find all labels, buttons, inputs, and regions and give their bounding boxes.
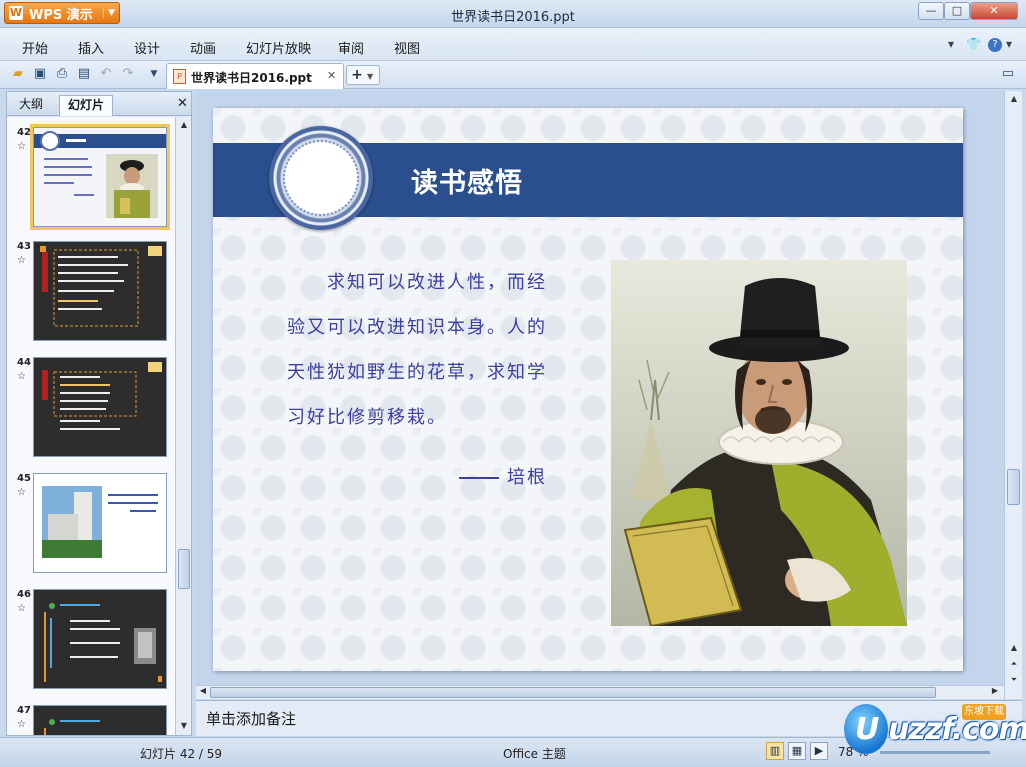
watermark-badge: 东坡下载: [962, 704, 1006, 720]
print-icon[interactable]: ⎙: [54, 66, 70, 82]
redo-icon[interactable]: ↷: [120, 66, 136, 82]
uzzf-watermark-logo: U uzzf.com 东坡下载: [844, 704, 1026, 756]
notes-placeholder: 单击添加备注: [206, 710, 297, 728]
document-tab[interactable]: P 世界读书日2016.ppt ✕: [166, 63, 344, 89]
slide-thumbnail[interactable]: [33, 241, 167, 341]
slide-thumbnail[interactable]: [33, 705, 167, 735]
menu-home[interactable]: 开始: [22, 38, 48, 57]
menu-slideshow[interactable]: 幻灯片放映: [246, 38, 311, 57]
normal-view-icon[interactable]: ▥: [766, 742, 784, 760]
thumbnail-preview: [42, 362, 162, 430]
minimize-button[interactable]: —: [918, 2, 944, 20]
em-dash-line: [459, 477, 499, 479]
quote-attribution[interactable]: 培根: [459, 463, 547, 489]
slide-number: 44: [17, 357, 31, 368]
slide-thumbnail[interactable]: [33, 357, 167, 457]
help-dropdown-icon[interactable]: ▾: [1006, 37, 1012, 51]
quote-line[interactable]: 习好比修剪移栽。: [287, 403, 447, 429]
transition-star-icon: ☆: [17, 371, 26, 382]
slide-sorter-icon[interactable]: ▦: [788, 742, 806, 760]
attribution-name: 培根: [507, 467, 547, 488]
menu-review[interactable]: 审阅: [338, 38, 364, 57]
scroll-down-arrow-icon[interactable]: ▼: [177, 721, 191, 730]
thumbnail-preview: [40, 246, 162, 327]
slide-number: 42: [17, 127, 31, 138]
portrait-drawing: [611, 260, 907, 626]
scroll-up-arrow-icon[interactable]: ▲: [1007, 643, 1021, 652]
menu-animation[interactable]: 动画: [190, 38, 216, 57]
new-tab-button[interactable]: + ▼: [346, 65, 380, 85]
save-icon[interactable]: ▣: [32, 66, 48, 82]
porcelain-plate-decoration: [269, 126, 373, 230]
next-slide-icon[interactable]: ⏷: [1007, 675, 1021, 685]
quick-access-toolbar: ▰ ▣ ⎙ ▤ ↶ ↷ ▼ P 世界读书日2016.ppt ✕ + ▼ ▭: [0, 61, 1026, 89]
slide-thumbnail[interactable]: [33, 589, 167, 689]
scroll-up-arrow-icon[interactable]: ▲: [1007, 94, 1021, 103]
slide-title[interactable]: 读书感悟: [411, 161, 523, 200]
open-folder-icon[interactable]: ▰: [10, 66, 26, 82]
window-title: 世界读书日2016.ppt: [451, 10, 575, 25]
scrollbar-thumb[interactable]: [1007, 469, 1020, 505]
transition-star-icon: ☆: [17, 603, 26, 614]
scroll-left-arrow-icon[interactable]: ◀: [196, 686, 210, 695]
thumbnail-preview: [44, 719, 100, 735]
slideshow-play-icon[interactable]: ▶: [810, 742, 828, 760]
slide-panel: 大纲 幻灯片 ✕ 42 ☆ 43 ☆ 44 ☆ 45 ☆ 46 ☆ 47 ☆ ▲…: [6, 91, 192, 736]
bacon-portrait-image[interactable]: [611, 260, 907, 626]
panel-tabs: 大纲 幻灯片 ✕: [7, 92, 191, 116]
slide-panel-scrollbar[interactable]: ▲ ▼: [175, 117, 191, 735]
tab-slides[interactable]: 幻灯片: [59, 95, 114, 116]
slide-thumbnail-list: 42 ☆ 43 ☆ 44 ☆ 45 ☆ 46 ☆ 47 ☆: [7, 117, 175, 735]
transition-star-icon: ☆: [17, 719, 26, 730]
slide-editor: 读书感悟 求知可以改进人性，而经 验又可以改进知识本身。人的 天性犹如野生的花草…: [196, 91, 1004, 685]
scrollbar-thumb[interactable]: [178, 549, 190, 589]
scroll-right-arrow-icon[interactable]: ▶: [988, 686, 1002, 695]
tab-outline[interactable]: 大纲: [11, 95, 51, 116]
slide-number: 47: [17, 705, 31, 716]
close-tab-icon[interactable]: ✕: [327, 69, 336, 82]
editor-vertical-scrollbar[interactable]: ▲ ▲ ⏶ ⏷: [1004, 91, 1022, 699]
plus-icon: +: [351, 67, 363, 83]
ppt-file-icon: P: [173, 69, 186, 84]
close-window-button[interactable]: ✕: [970, 2, 1018, 20]
scrollbar-thumb[interactable]: [210, 687, 936, 698]
slide-counter: 幻灯片 42 / 59: [140, 747, 223, 761]
document-tab-name: 世界读书日2016.ppt: [191, 71, 312, 85]
thumbnail-preview: [34, 131, 166, 218]
title-bar: W WPS 演示 ▼ 世界读书日2016.ppt — □ ✕: [0, 0, 1026, 28]
thumbnail-preview: [42, 486, 158, 558]
menu-insert[interactable]: 插入: [78, 38, 104, 57]
slide-number: 45: [17, 473, 31, 484]
menu-bar: 开始 插入 设计 动画 幻灯片放映 审阅 视图 ▾ 👕 ? ▾: [0, 28, 1026, 61]
maximize-button[interactable]: □: [944, 2, 970, 20]
transition-star-icon: ☆: [17, 487, 26, 498]
chevron-down-icon: ▼: [367, 72, 374, 81]
close-panel-icon[interactable]: ✕: [177, 96, 188, 111]
undo-icon[interactable]: ↶: [98, 66, 114, 82]
slide-canvas[interactable]: 读书感悟 求知可以改进人性，而经 验又可以改进知识本身。人的 天性犹如野生的花草…: [213, 108, 963, 671]
skin-shirt-icon[interactable]: 👕: [966, 37, 981, 51]
ribbon-collapse-icon[interactable]: ▾: [948, 37, 954, 51]
theme-name[interactable]: Office 主题: [503, 745, 566, 762]
slide-thumbnail[interactable]: [33, 473, 167, 573]
slide-number: 43: [17, 241, 31, 252]
help-icon[interactable]: ?: [988, 38, 1002, 52]
slide-thumbnail[interactable]: [30, 124, 170, 230]
quote-line[interactable]: 验又可以改进知识本身。人的: [287, 313, 547, 339]
thumbnail-preview: [44, 603, 162, 682]
editor-horizontal-scrollbar[interactable]: ◀ ▶: [196, 685, 1004, 699]
scroll-up-arrow-icon[interactable]: ▲: [177, 120, 191, 129]
menu-view[interactable]: 视图: [394, 38, 420, 57]
quote-line[interactable]: 求知可以改进人性，而经: [327, 268, 547, 294]
transition-star-icon: ☆: [17, 141, 26, 152]
window-layout-icon[interactable]: ▭: [1000, 66, 1016, 82]
transition-star-icon: ☆: [17, 255, 26, 266]
print-preview-icon[interactable]: ▤: [76, 66, 92, 82]
quote-line[interactable]: 天性犹如野生的花草，求知学: [287, 358, 547, 384]
water-drop-logo-icon: U: [844, 704, 888, 754]
previous-slide-icon[interactable]: ⏶: [1007, 659, 1021, 669]
menu-design[interactable]: 设计: [134, 38, 160, 57]
slide-number: 46: [17, 589, 31, 600]
customize-toolbar-icon[interactable]: ▼: [146, 66, 162, 82]
